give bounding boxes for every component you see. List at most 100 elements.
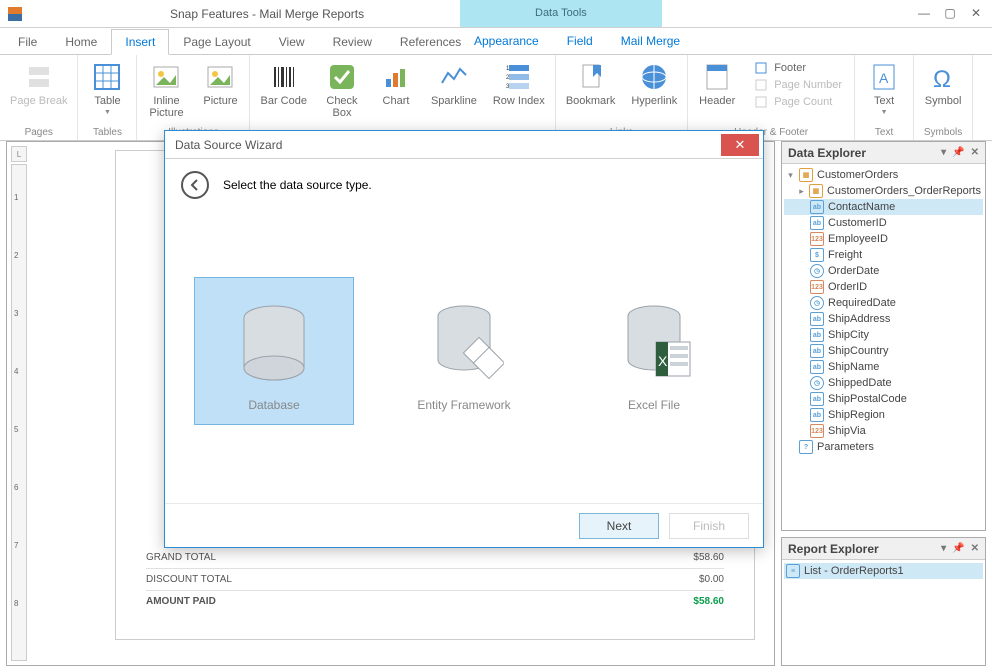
tree-field-shipcountry[interactable]: abShipCountry [784, 343, 983, 359]
ribbon-checkbox-button[interactable]: Check Box [321, 59, 363, 121]
chart-icon [380, 61, 412, 93]
wizard-option-database[interactable]: Database [194, 277, 354, 425]
tree-field-shippostalcode[interactable]: abShipPostalCode [784, 391, 983, 407]
pagenum-icon [754, 78, 768, 92]
menu-tab-view[interactable]: View [265, 29, 319, 55]
bookmark-icon [575, 61, 607, 93]
data-explorer-title: Data Explorer [788, 146, 866, 160]
header-icon [701, 61, 733, 93]
rowindex-icon: 123 [503, 61, 535, 93]
tree-field-shippeddate[interactable]: ◷ShippedDate [784, 375, 983, 391]
tree-field-employeeid[interactable]: 123EmployeeID [784, 231, 983, 247]
inline-picture-icon [150, 61, 182, 93]
ribbon-group-symbols: ΩSymbolSymbols [914, 55, 973, 140]
tree-field-shipaddress[interactable]: abShipAddress [784, 311, 983, 327]
panel-close-icon[interactable]: ✕ [971, 147, 979, 158]
tree-field-shipcity[interactable]: abShipCity [784, 327, 983, 343]
panel-menu-icon[interactable]: ▾ [941, 543, 946, 554]
ribbon-rowindex-button[interactable]: 123Row Index [491, 59, 547, 109]
context-tab-field[interactable]: Field [553, 28, 607, 53]
wizard-back-button[interactable] [181, 171, 209, 199]
menu-tab-home[interactable]: Home [51, 29, 111, 55]
tree-field-orderid[interactable]: 123OrderID [784, 279, 983, 295]
wizard-option-excel-file[interactable]: XExcel File [574, 278, 734, 424]
ribbon-symbol-button[interactable]: ΩSymbol [922, 59, 964, 109]
menu-tab-page-layout[interactable]: Page Layout [169, 29, 264, 55]
entity-framework-icon [424, 298, 504, 388]
ribbon-hyperlink-button[interactable]: Hyperlink [629, 59, 679, 109]
ribbon-sparkline-button[interactable]: Sparkline [429, 59, 479, 109]
excel-file-icon: X [614, 298, 694, 388]
hyperlink-icon [638, 61, 670, 93]
panel-pin-icon[interactable]: 📌 [952, 543, 964, 554]
close-button[interactable]: ✕ [964, 2, 988, 24]
menubar: FileHomeInsertPage LayoutViewReviewRefer… [0, 28, 992, 55]
tree-parameters[interactable]: ?Parameters [784, 439, 983, 455]
ribbon-group-links: BookmarkHyperlinkLinks [556, 55, 688, 140]
ribbon: Page BreakPagesTable▼TablesInline Pictur… [0, 55, 992, 141]
total-row: GRAND TOTAL$58.60 [146, 547, 724, 569]
total-row: AMOUNT PAID$58.60 [146, 591, 724, 612]
tree-child-table[interactable]: ▸▦CustomerOrders_OrderReports [784, 183, 983, 199]
ribbon-header-button[interactable]: Header [696, 59, 738, 109]
ribbon-inline-picture-button[interactable]: Inline Picture [145, 59, 187, 121]
menu-tab-review[interactable]: Review [319, 29, 386, 55]
tree-field-shipvia[interactable]: 123ShipVia [784, 423, 983, 439]
context-tab-appearance[interactable]: Appearance [460, 28, 553, 53]
wizard-close-button[interactable]: ✕ [721, 134, 759, 156]
pagecount-icon [754, 95, 768, 109]
tree-field-requireddate[interactable]: ◷RequiredDate [784, 295, 983, 311]
barcode-icon [268, 61, 300, 93]
ribbon-picture-button[interactable]: Picture [199, 59, 241, 109]
ribbon-group-text: AText▼Text [855, 55, 914, 140]
ribbon-footer-button[interactable]: Footer [754, 61, 842, 75]
vertical-ruler: 1 2 3 4 5 6 7 8 [11, 164, 27, 661]
ribbon-group-illustrations: Inline PicturePictureIllustrations [137, 55, 250, 140]
menu-tab-file[interactable]: File [4, 29, 51, 55]
ribbon-text-button[interactable]: AText▼ [863, 59, 905, 118]
footer-icon [754, 61, 768, 75]
ribbon-group-content: Bar Code Check Box Chart Sparkline123Row In… [250, 55, 555, 140]
ribbon-chart-button[interactable]: Chart [375, 59, 417, 109]
panel-menu-icon[interactable]: ▾ [941, 147, 946, 158]
panel-pin-icon[interactable]: 📌 [952, 147, 964, 158]
report-list-item[interactable]: ≡ List - OrderReports1 [784, 563, 983, 579]
minimize-button[interactable]: — [912, 2, 936, 24]
ribbon-pagecount-button: Page Count [754, 95, 842, 109]
titlebar: Snap Features - Mail Merge Reports Data … [0, 0, 992, 28]
wizard-option-entity-framework[interactable]: Entity Framework [384, 278, 544, 424]
tree-root[interactable]: ▾▦CustomerOrders [784, 167, 983, 183]
data-source-wizard-dialog: Data Source Wizard ✕ Select the data sou… [164, 130, 764, 548]
context-tab-mail-merge[interactable]: Mail Merge [607, 28, 694, 53]
table-icon [91, 61, 123, 93]
tree-field-contactname[interactable]: abContactName [784, 199, 983, 215]
wizard-title: Data Source Wizard [175, 138, 282, 152]
report-explorer-title: Report Explorer [788, 542, 879, 556]
context-tab-group: Data Tools [460, 0, 662, 27]
data-explorer-panel: Data Explorer ▾ 📌 ✕ ▾▦CustomerOrders▸▦Cu… [781, 141, 986, 531]
ribbon-pagenum-button: Page Number [754, 78, 842, 92]
ribbon-group-tables: Table▼Tables [78, 55, 137, 140]
menu-tab-insert[interactable]: Insert [111, 29, 169, 55]
panel-close-icon[interactable]: ✕ [971, 543, 979, 554]
wizard-next-button[interactable]: Next [579, 513, 659, 539]
ribbon-bookmark-button[interactable]: Bookmark [564, 59, 618, 109]
ribbon-barcode-button[interactable]: Bar Code [258, 59, 308, 109]
tree-field-shipname[interactable]: abShipName [784, 359, 983, 375]
ruler-corner: L [11, 146, 27, 162]
tree-field-orderdate[interactable]: ◷OrderDate [784, 263, 983, 279]
totals-block: GRAND TOTAL$58.60DISCOUNT TOTAL$0.00AMOU… [146, 547, 724, 612]
tree-field-freight[interactable]: $Freight [784, 247, 983, 263]
report-explorer-panel: Report Explorer ▾ 📌 ✕ ≡ List - OrderRepo… [781, 537, 986, 666]
tree-field-shipregion[interactable]: abShipRegion [784, 407, 983, 423]
window-title: Snap Features - Mail Merge Reports [170, 7, 364, 21]
svg-text:Ω: Ω [933, 66, 951, 93]
maximize-button[interactable]: ▢ [938, 2, 962, 24]
text-icon: A [868, 61, 900, 93]
ribbon-table-button[interactable]: Table▼ [86, 59, 128, 118]
wizard-finish-button: Finish [669, 513, 749, 539]
tree-field-customerid[interactable]: abCustomerID [784, 215, 983, 231]
svg-text:X: X [658, 353, 668, 369]
ribbon-page-break-button: Page Break [8, 59, 69, 109]
checkbox-icon [326, 61, 358, 93]
